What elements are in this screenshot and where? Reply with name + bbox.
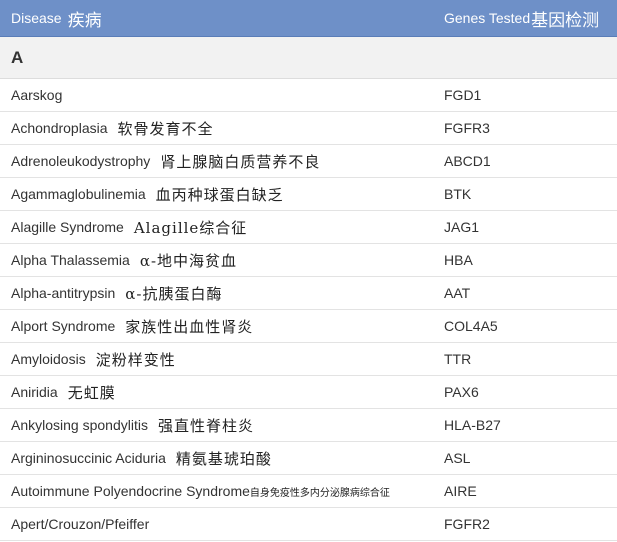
disease-cell: Ankylosing spondylitis 强直性脊柱炎 — [0, 415, 432, 436]
table-row: Alpha Thalassemia α-地中海贫血 HBA — [0, 244, 617, 277]
genes-header-cn: 基因检测 — [531, 10, 600, 31]
table-row: Autoimmune Polyendocrine Syndrome 自身免疫性多… — [0, 475, 617, 508]
disease-name: Achondroplasia — [11, 120, 108, 136]
table-row: Agammaglobulinemia 血丙种球蛋白缺乏 BTK — [0, 178, 617, 211]
disease-name: Adrenoleukodystrophy — [11, 153, 151, 169]
disease-name-cn: 精氨基琥珀酸 — [175, 449, 272, 468]
disease-cell: Alagille Syndrome Alagille综合征 — [0, 217, 432, 238]
disease-name: Agammaglobulinemia — [11, 186, 146, 202]
disease-cell: Alport Syndrome 家族性出血性肾炎 — [0, 316, 432, 337]
disease-name: Amyloidosis — [11, 351, 86, 367]
gene-cell: AAT — [444, 285, 471, 301]
gene-cell: BTK — [444, 186, 472, 202]
gene-cell: PAX6 — [444, 384, 479, 400]
disease-name-cn: α-地中海贫血 — [139, 251, 238, 270]
disease-name: Apert/Crouzon/Pfeiffer — [11, 516, 150, 532]
table-row: Alport Syndrome 家族性出血性肾炎 COL4A5 — [0, 310, 617, 343]
disease-name-cn: 肾上腺脑白质营养不良 — [160, 152, 321, 171]
table-header: Disease 疾病 Genes Tested 基因检测 — [0, 0, 617, 37]
disease-name: Argininosuccinic Aciduria — [11, 450, 166, 466]
gene-cell: FGFR2 — [444, 516, 490, 532]
disease-name: Alpha-antitrypsin — [11, 285, 116, 301]
disease-cell: Argininosuccinic Aciduria 精氨基琥珀酸 — [0, 448, 432, 469]
disease-header-cn: 疾病 — [67, 10, 102, 31]
disease-name-cn: 淀粉样变性 — [95, 350, 176, 369]
disease-name-cn: α-抗胰蛋白酶 — [125, 284, 223, 303]
disease-name-cn: 血丙种球蛋白缺乏 — [155, 185, 284, 204]
disease-name-cn: 自身免疫性多内分泌腺病综合征 — [249, 487, 390, 499]
table-row: Apert/Crouzon/Pfeiffer FGFR2 — [0, 508, 617, 541]
table-row: Ankylosing spondylitis 强直性脊柱炎 HLA-B27 — [0, 409, 617, 442]
disease-cell: Amyloidosis 淀粉样变性 — [0, 349, 432, 370]
gene-cell: JAG1 — [444, 219, 480, 235]
gene-cell: ASL — [444, 450, 471, 466]
disease-name: Ankylosing spondylitis — [11, 417, 148, 433]
disease-cell: Aarskog — [0, 87, 432, 103]
disease-header-label: Disease — [11, 10, 62, 26]
section-heading: A — [0, 37, 617, 79]
gene-cell: FGD1 — [444, 87, 482, 103]
disease-cell: Aniridia 无虹膜 — [0, 382, 432, 403]
disease-name: Alagille Syndrome — [11, 219, 124, 235]
disease-cell: Agammaglobulinemia 血丙种球蛋白缺乏 — [0, 184, 432, 205]
disease-gene-table: Disease 疾病 Genes Tested 基因检测 A Aarskog F… — [0, 0, 617, 541]
gene-cell: FGFR3 — [444, 120, 490, 136]
disease-cell: Apert/Crouzon/Pfeiffer — [0, 516, 432, 532]
table-body: Aarskog FGD1 Achondroplasia 软骨发育不全 FGFR3… — [0, 79, 617, 541]
disease-cell: Adrenoleukodystrophy 肾上腺脑白质营养不良 — [0, 151, 432, 172]
disease-name-cn: 无虹膜 — [67, 383, 116, 402]
table-row: Amyloidosis 淀粉样变性 TTR — [0, 343, 617, 376]
table-row: Aniridia 无虹膜 PAX6 — [0, 376, 617, 409]
disease-name: Alport Syndrome — [11, 318, 116, 334]
disease-name-cn: 软骨发育不全 — [117, 119, 214, 138]
table-row: Argininosuccinic Aciduria 精氨基琥珀酸 ASL — [0, 442, 617, 475]
table-row: Alpha-antitrypsin α-抗胰蛋白酶 AAT — [0, 277, 617, 310]
genes-column-header: Genes Tested 基因检测 — [432, 6, 617, 31]
disease-name: Autoimmune Polyendocrine Syndrome — [11, 483, 250, 499]
disease-cell: Alpha Thalassemia α-地中海贫血 — [0, 250, 432, 271]
disease-column-header: Disease 疾病 — [0, 6, 432, 31]
gene-cell: AIRE — [444, 483, 477, 499]
disease-name: Aarskog — [11, 87, 63, 103]
disease-name: Alpha Thalassemia — [11, 252, 130, 268]
disease-name: Aniridia — [11, 384, 58, 400]
table-row: Aarskog FGD1 — [0, 79, 617, 112]
gene-cell: ABCD1 — [444, 153, 491, 169]
gene-cell: COL4A5 — [444, 318, 498, 334]
table-row: Adrenoleukodystrophy 肾上腺脑白质营养不良 ABCD1 — [0, 145, 617, 178]
table-row: Alagille Syndrome Alagille综合征 JAG1 — [0, 211, 617, 244]
gene-cell: TTR — [444, 351, 472, 367]
disease-cell: Achondroplasia 软骨发育不全 — [0, 118, 432, 139]
disease-name-cn: 强直性脊柱炎 — [157, 416, 254, 435]
gene-cell: HLA-B27 — [444, 417, 501, 433]
disease-name-cn: 家族性出血性肾炎 — [125, 317, 254, 336]
disease-name-cn: Alagille综合征 — [133, 218, 248, 237]
genes-header-label: Genes Tested — [444, 10, 531, 26]
table-row: Achondroplasia 软骨发育不全 FGFR3 — [0, 112, 617, 145]
disease-cell: Autoimmune Polyendocrine Syndrome 自身免疫性多… — [0, 483, 432, 499]
disease-cell: Alpha-antitrypsin α-抗胰蛋白酶 — [0, 283, 432, 304]
gene-cell: HBA — [444, 252, 473, 268]
